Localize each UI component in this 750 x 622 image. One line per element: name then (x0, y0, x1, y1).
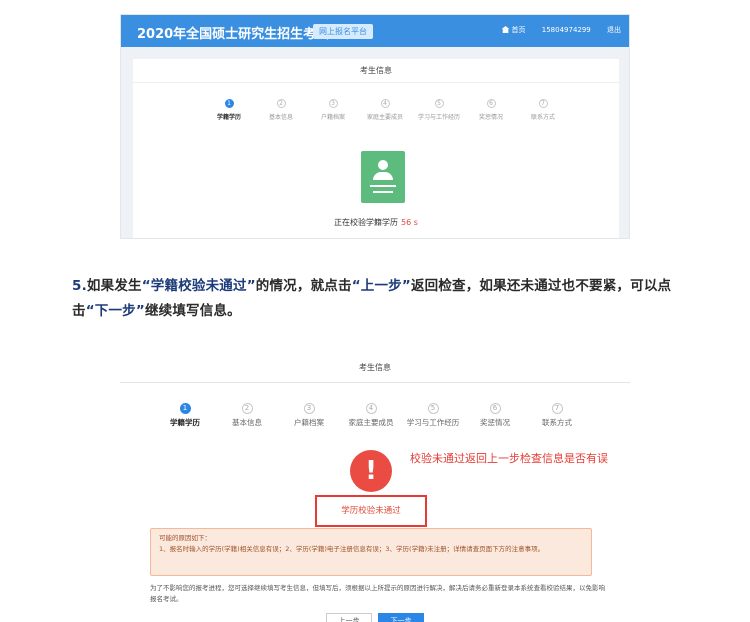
panel-title: 考生信息 (120, 353, 630, 383)
home-icon (501, 26, 510, 33)
previous-step-button[interactable]: 上一步 (326, 613, 372, 622)
site-tag: 网上报名平台 (313, 24, 373, 39)
nav-home[interactable]: 首页 (501, 26, 526, 34)
step-3: 3 户籍档案 (294, 403, 324, 427)
step-3: 3 户籍档案 (320, 99, 345, 121)
step-progress: 1 学籍学历 2 基本信息 3 户籍档案 4 家庭主要成员 5 学习与工作经历 6 奖惩情况… (150, 403, 580, 433)
instruction-paragraph: 5.如果发生“学籍校验未通过”的情况，就点击“上一步”返回检查，如果还未通过也不… (72, 278, 672, 319)
step-progress: 1 学籍学历 2 基本信息 3 户籍档案 4 家庭主要成员 5 学习与工作经历 6 奖惩情况… (203, 99, 555, 129)
nav-phone: 15804974299 (541, 26, 591, 34)
step-5: 5 学习与工作经历 (406, 403, 460, 427)
top-screenshot: 2020年全国硕士研究生招生考试 网上报名平台 首页 15804974299 退… (120, 14, 630, 239)
step-2: 2 基本信息 (232, 403, 262, 427)
top-header-bar: 2020年全国硕士研究生招生考试 网上报名平台 首页 15804974299 退… (121, 15, 629, 47)
reason-body: 1、报名时输入的学历(学籍)相关信息有误；2、学历(学籍)电子注册信息有误；3、… (159, 545, 545, 553)
step-4: 4 家庭主要成员 (348, 403, 394, 427)
nav-buttons: 上一步 下一步 (326, 613, 426, 622)
step-5: 5 学习与工作经历 (417, 99, 460, 121)
step-7: 7 联系方式 (542, 403, 572, 427)
reason-title: 可能的原因如下： (159, 534, 211, 542)
nav-logout[interactable]: 退出 (607, 26, 621, 34)
step-6: 6 奖惩情况 (480, 403, 510, 427)
header-nav: 首页 15804974299 退出 (488, 25, 621, 35)
site-title: 2020年全国硕士研究生招生考试 (137, 27, 330, 42)
warning-icon: ! (350, 450, 392, 492)
annotation-text: 校验未通过返回上一步检查信息是否有误 (410, 452, 608, 465)
verification-failed-box: 学历校验未通过 (315, 495, 427, 527)
id-card-icon (361, 151, 405, 203)
note-text: 为了不影响您的报考进程，您可选择继续填写考生信息，但填写后，须根据以上所提示的原… (150, 584, 605, 603)
step-7: 7 联系方式 (530, 99, 555, 121)
step-1: 1 学籍学历 (216, 99, 241, 121)
next-step-button[interactable]: 下一步 (378, 613, 424, 622)
reason-box: 可能的原因如下： 1、报名时输入的学历(学籍)相关信息有误；2、学历(学籍)电子… (150, 528, 592, 576)
step-2: 2 基本信息 (268, 99, 293, 121)
bottom-screenshot: 考生信息 1 学籍学历 2 基本信息 3 户籍档案 4 家庭主要成员 5 学习与工作经历 … (120, 353, 630, 622)
verifying-status: 正在校验学籍学历 56 s (334, 218, 418, 227)
countdown-seconds: 56 s (401, 218, 418, 227)
step-6: 6 奖惩情况 (478, 99, 503, 121)
panel-title: 考生信息 (133, 59, 619, 83)
step-1: 1 学籍学历 (170, 403, 200, 427)
candidate-info-panel: 考生信息 1 学籍学历 2 基本信息 3 户籍档案 4 家庭主要成员 5 学习与工作经历 … (133, 59, 619, 238)
step-4: 4 家庭主要成员 (366, 99, 403, 121)
